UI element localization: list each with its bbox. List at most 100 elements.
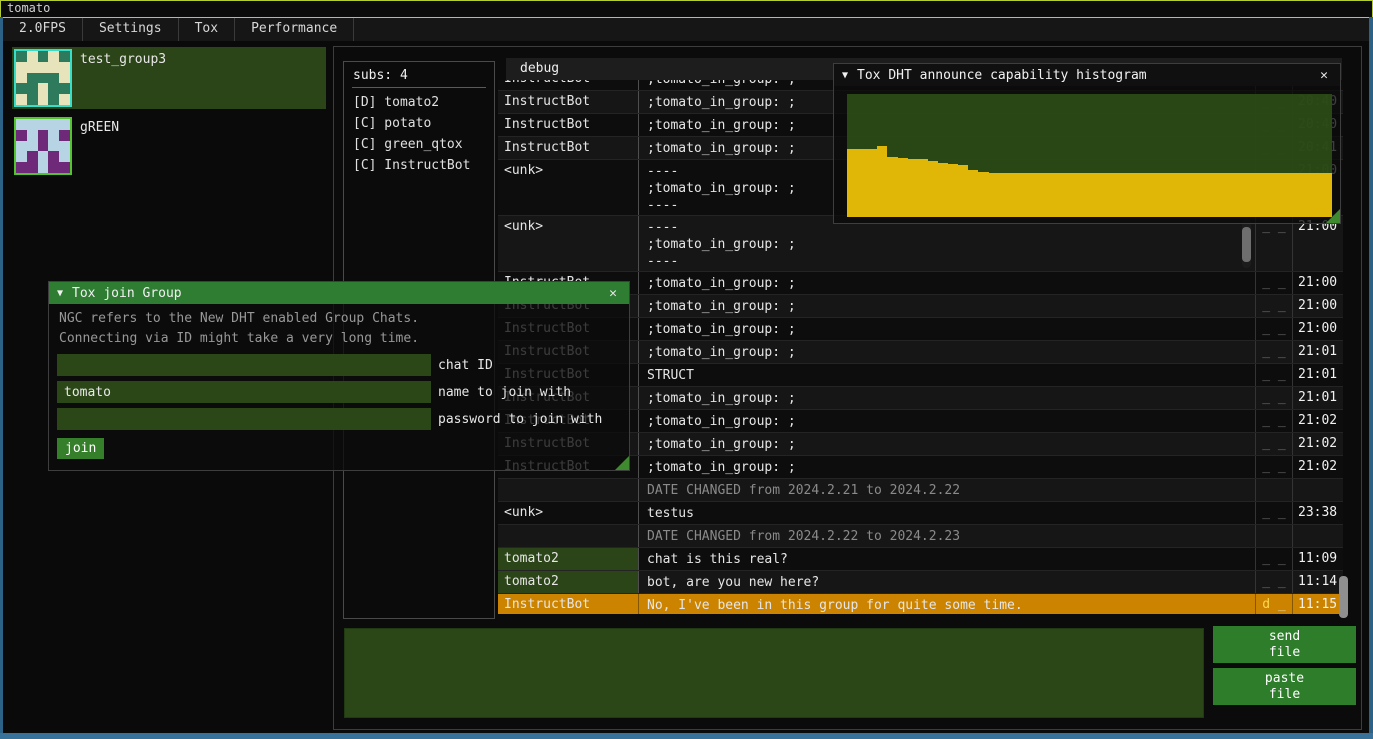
join-password-input[interactable] — [57, 408, 431, 430]
avatar-pixel — [27, 62, 38, 73]
histogram-bar — [1292, 173, 1302, 217]
histogram-bar — [1241, 173, 1251, 217]
avatar-pixel — [16, 119, 27, 130]
timestamp: 21:02 — [1292, 410, 1343, 432]
system-row[interactable]: DATE CHANGED from 2024.2.21 to 2024.2.22 — [498, 479, 1343, 502]
histogram-bar — [1302, 173, 1312, 217]
paste-file-label-line1: paste — [1265, 671, 1304, 687]
histogram-bar — [1312, 173, 1322, 217]
join-name-input[interactable] — [57, 381, 431, 403]
message-text: STRUCT — [638, 364, 1255, 386]
message-row[interactable]: <unk>----;tomato_in_group: ;----_ _21:00 — [498, 216, 1343, 272]
window-titlebar[interactable]: tomato — [0, 0, 1373, 18]
resize-grip[interactable] — [615, 456, 629, 470]
menu-item-settings[interactable]: Settings — [83, 18, 179, 41]
collapse-icon[interactable]: ▼ — [57, 288, 63, 299]
member-item[interactable]: [C] InstructBot — [344, 155, 494, 176]
close-icon[interactable]: ✕ — [1316, 68, 1332, 83]
avatar-pixel — [48, 130, 59, 141]
sender-name — [498, 525, 638, 547]
sender-name: InstructBot — [498, 114, 638, 136]
chat-input[interactable] — [344, 628, 1204, 718]
menu-item-performance[interactable]: Performance — [235, 18, 354, 41]
contact-test_group3[interactable]: test_group3 — [12, 47, 326, 109]
receipt-marks: _ _ — [1255, 433, 1292, 455]
message-text: ;tomato_in_group: ; — [638, 318, 1255, 340]
subs-count-label: subs: 4 — [344, 62, 494, 87]
message-row[interactable]: <unk>testus_ _23:38 — [498, 502, 1343, 525]
close-icon[interactable]: ✕ — [605, 286, 621, 301]
paste-file-button[interactable]: paste file — [1213, 668, 1356, 705]
avatar-pixel — [38, 162, 49, 173]
receipt-marks: _ _ — [1255, 548, 1292, 570]
histogram-bar — [877, 146, 887, 217]
system-row[interactable]: DATE CHANGED from 2024.2.22 to 2024.2.23 — [498, 525, 1343, 548]
histogram-bar — [867, 149, 877, 217]
timestamp: 21:00 — [1292, 318, 1343, 340]
send-file-label-line1: send — [1269, 629, 1300, 645]
join-group-title: Tox join Group — [72, 286, 596, 301]
message-text: ;tomato_in_group: ; — [638, 295, 1255, 317]
chat-scrollbar[interactable] — [1339, 576, 1348, 618]
join-group-titlebar[interactable]: ▼ Tox join Group ✕ — [49, 282, 629, 304]
histogram-bar — [1272, 173, 1282, 217]
histogram-bar — [1090, 173, 1100, 217]
histogram-bar — [1181, 173, 1191, 217]
avatar-pixel — [59, 73, 70, 84]
avatar-pixel — [38, 51, 49, 62]
histogram-bar — [1039, 173, 1049, 217]
contact-name: gREEN — [80, 120, 119, 135]
avatar-pixel — [16, 151, 27, 162]
avatar-pixel — [16, 51, 27, 62]
row-scrollbar[interactable] — [1242, 219, 1251, 268]
dht-histogram-titlebar[interactable]: ▼ Tox DHT announce capability histogram … — [834, 64, 1340, 86]
row-scrollbar-thumb[interactable] — [1242, 227, 1251, 262]
separator — [352, 87, 486, 88]
histogram-bar — [887, 157, 897, 217]
receipt-marks: _ _ — [1255, 216, 1292, 271]
avatar-pixel — [38, 130, 49, 141]
resize-grip[interactable] — [1326, 209, 1340, 223]
message-text: ----;tomato_in_group: ;---- — [638, 216, 1255, 271]
menu-item-tox[interactable]: Tox — [179, 18, 235, 41]
member-list: [D] tomato2[C] potato[C] green_qtox[C] I… — [344, 92, 494, 176]
join-field-row: chat ID — [57, 354, 629, 376]
sender-name: <unk> — [498, 160, 638, 215]
receipt-marks: _ _ — [1255, 341, 1292, 363]
histogram-bar — [1120, 173, 1130, 217]
histogram-bar — [999, 173, 1009, 217]
histogram-bar — [898, 158, 908, 217]
avatar-pixel — [27, 51, 38, 62]
chat-id-input[interactable] — [57, 354, 431, 376]
join-group-window: ▼ Tox join Group ✕ NGC refers to the New… — [48, 281, 630, 471]
histogram-bar — [1059, 173, 1069, 217]
join-description-line2: Connecting via ID might take a very long… — [49, 329, 629, 349]
message-row[interactable]: InstructBotNo, I've been in this group f… — [498, 594, 1343, 614]
avatar-pixel — [16, 162, 27, 173]
histogram-bar — [1049, 173, 1059, 217]
send-file-button[interactable]: send file — [1213, 626, 1356, 663]
member-item[interactable]: [C] potato — [344, 113, 494, 134]
histogram-bar — [928, 161, 938, 217]
avatar-pixel — [59, 130, 70, 141]
avatar-pixel — [27, 130, 38, 141]
sender-name: tomato2 — [498, 548, 638, 570]
timestamp: 21:02 — [1292, 456, 1343, 478]
join-button[interactable]: join — [57, 438, 104, 459]
sender-name: InstructBot — [498, 594, 638, 614]
avatar-pixel — [59, 62, 70, 73]
contact-gREEN[interactable]: gREEN — [12, 115, 326, 177]
avatar-pixel — [16, 62, 27, 73]
message-row[interactable]: tomato2bot, are you new here?_ _11:14 — [498, 571, 1343, 594]
timestamp: 21:01 — [1292, 364, 1343, 386]
member-item[interactable]: [D] tomato2 — [344, 92, 494, 113]
message-row[interactable]: tomato2chat is this real?_ _11:09 — [498, 548, 1343, 571]
collapse-icon[interactable]: ▼ — [842, 70, 848, 81]
avatar-pixel — [27, 162, 38, 173]
screen-border-right — [1369, 17, 1373, 739]
timestamp: 21:01 — [1292, 387, 1343, 409]
member-item[interactable]: [C] green_qtox — [344, 134, 494, 155]
avatar-pixel — [38, 119, 49, 130]
message-text: No, I've been in this group for quite so… — [638, 594, 1255, 614]
avatar-pixel — [38, 62, 49, 73]
